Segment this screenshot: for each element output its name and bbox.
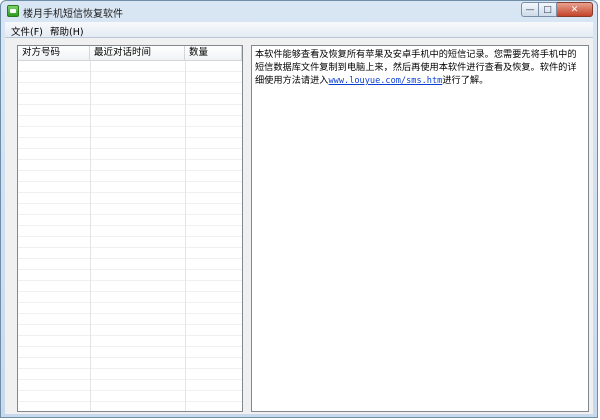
menu-bar: 文件(F) 帮助(H) <box>5 22 593 38</box>
description-pane[interactable]: 本软件能够查看及恢复所有苹果及安卓手机中的短信记录。您需要先将手机中的短信数据库… <box>251 45 589 412</box>
conversation-list[interactable]: 对方号码 最近对话时间 数量 <box>17 45 243 412</box>
column-divider <box>185 61 186 411</box>
help-link[interactable]: www.louyue.com/sms.htm <box>329 76 443 86</box>
list-body <box>18 61 242 411</box>
description-text: 本软件能够查看及恢复所有苹果及安卓手机中的短信记录。您需要先将手机中的短信数据库… <box>255 48 585 88</box>
maximize-button[interactable]: □ <box>539 2 557 17</box>
minimize-icon: — <box>525 4 535 15</box>
list-header: 对方号码 最近对话时间 数量 <box>18 46 242 61</box>
sms-app-icon <box>7 5 19 17</box>
client-area: 对方号码 最近对话时间 数量 本软件能够查看及恢复所有苹果及安卓手机中的短信记录… <box>5 38 593 414</box>
column-header-last-time[interactable]: 最近对话时间 <box>90 46 185 60</box>
column-header-phone-number[interactable]: 对方号码 <box>18 46 90 60</box>
close-button[interactable]: ✕ <box>557 2 593 17</box>
maximize-icon: □ <box>543 4 552 15</box>
minimize-button[interactable]: — <box>521 2 539 17</box>
window-title: 楼月手机短信恢复软件 <box>23 9 123 20</box>
menu-file[interactable]: 文件(F) <box>11 24 43 38</box>
column-header-count[interactable]: 数量 <box>185 46 242 60</box>
title-bar[interactable]: 楼月手机短信恢复软件 — □ ✕ <box>1 1 597 21</box>
column-divider <box>90 61 91 411</box>
description-outro: 进行了解。 <box>442 75 489 86</box>
main-window: 楼月手机短信恢复软件 — □ ✕ 文件(F) 帮助(H) 对方号码 最近对话时间… <box>0 0 598 418</box>
close-icon: ✕ <box>570 4 579 15</box>
menu-help[interactable]: 帮助(H) <box>50 24 84 38</box>
